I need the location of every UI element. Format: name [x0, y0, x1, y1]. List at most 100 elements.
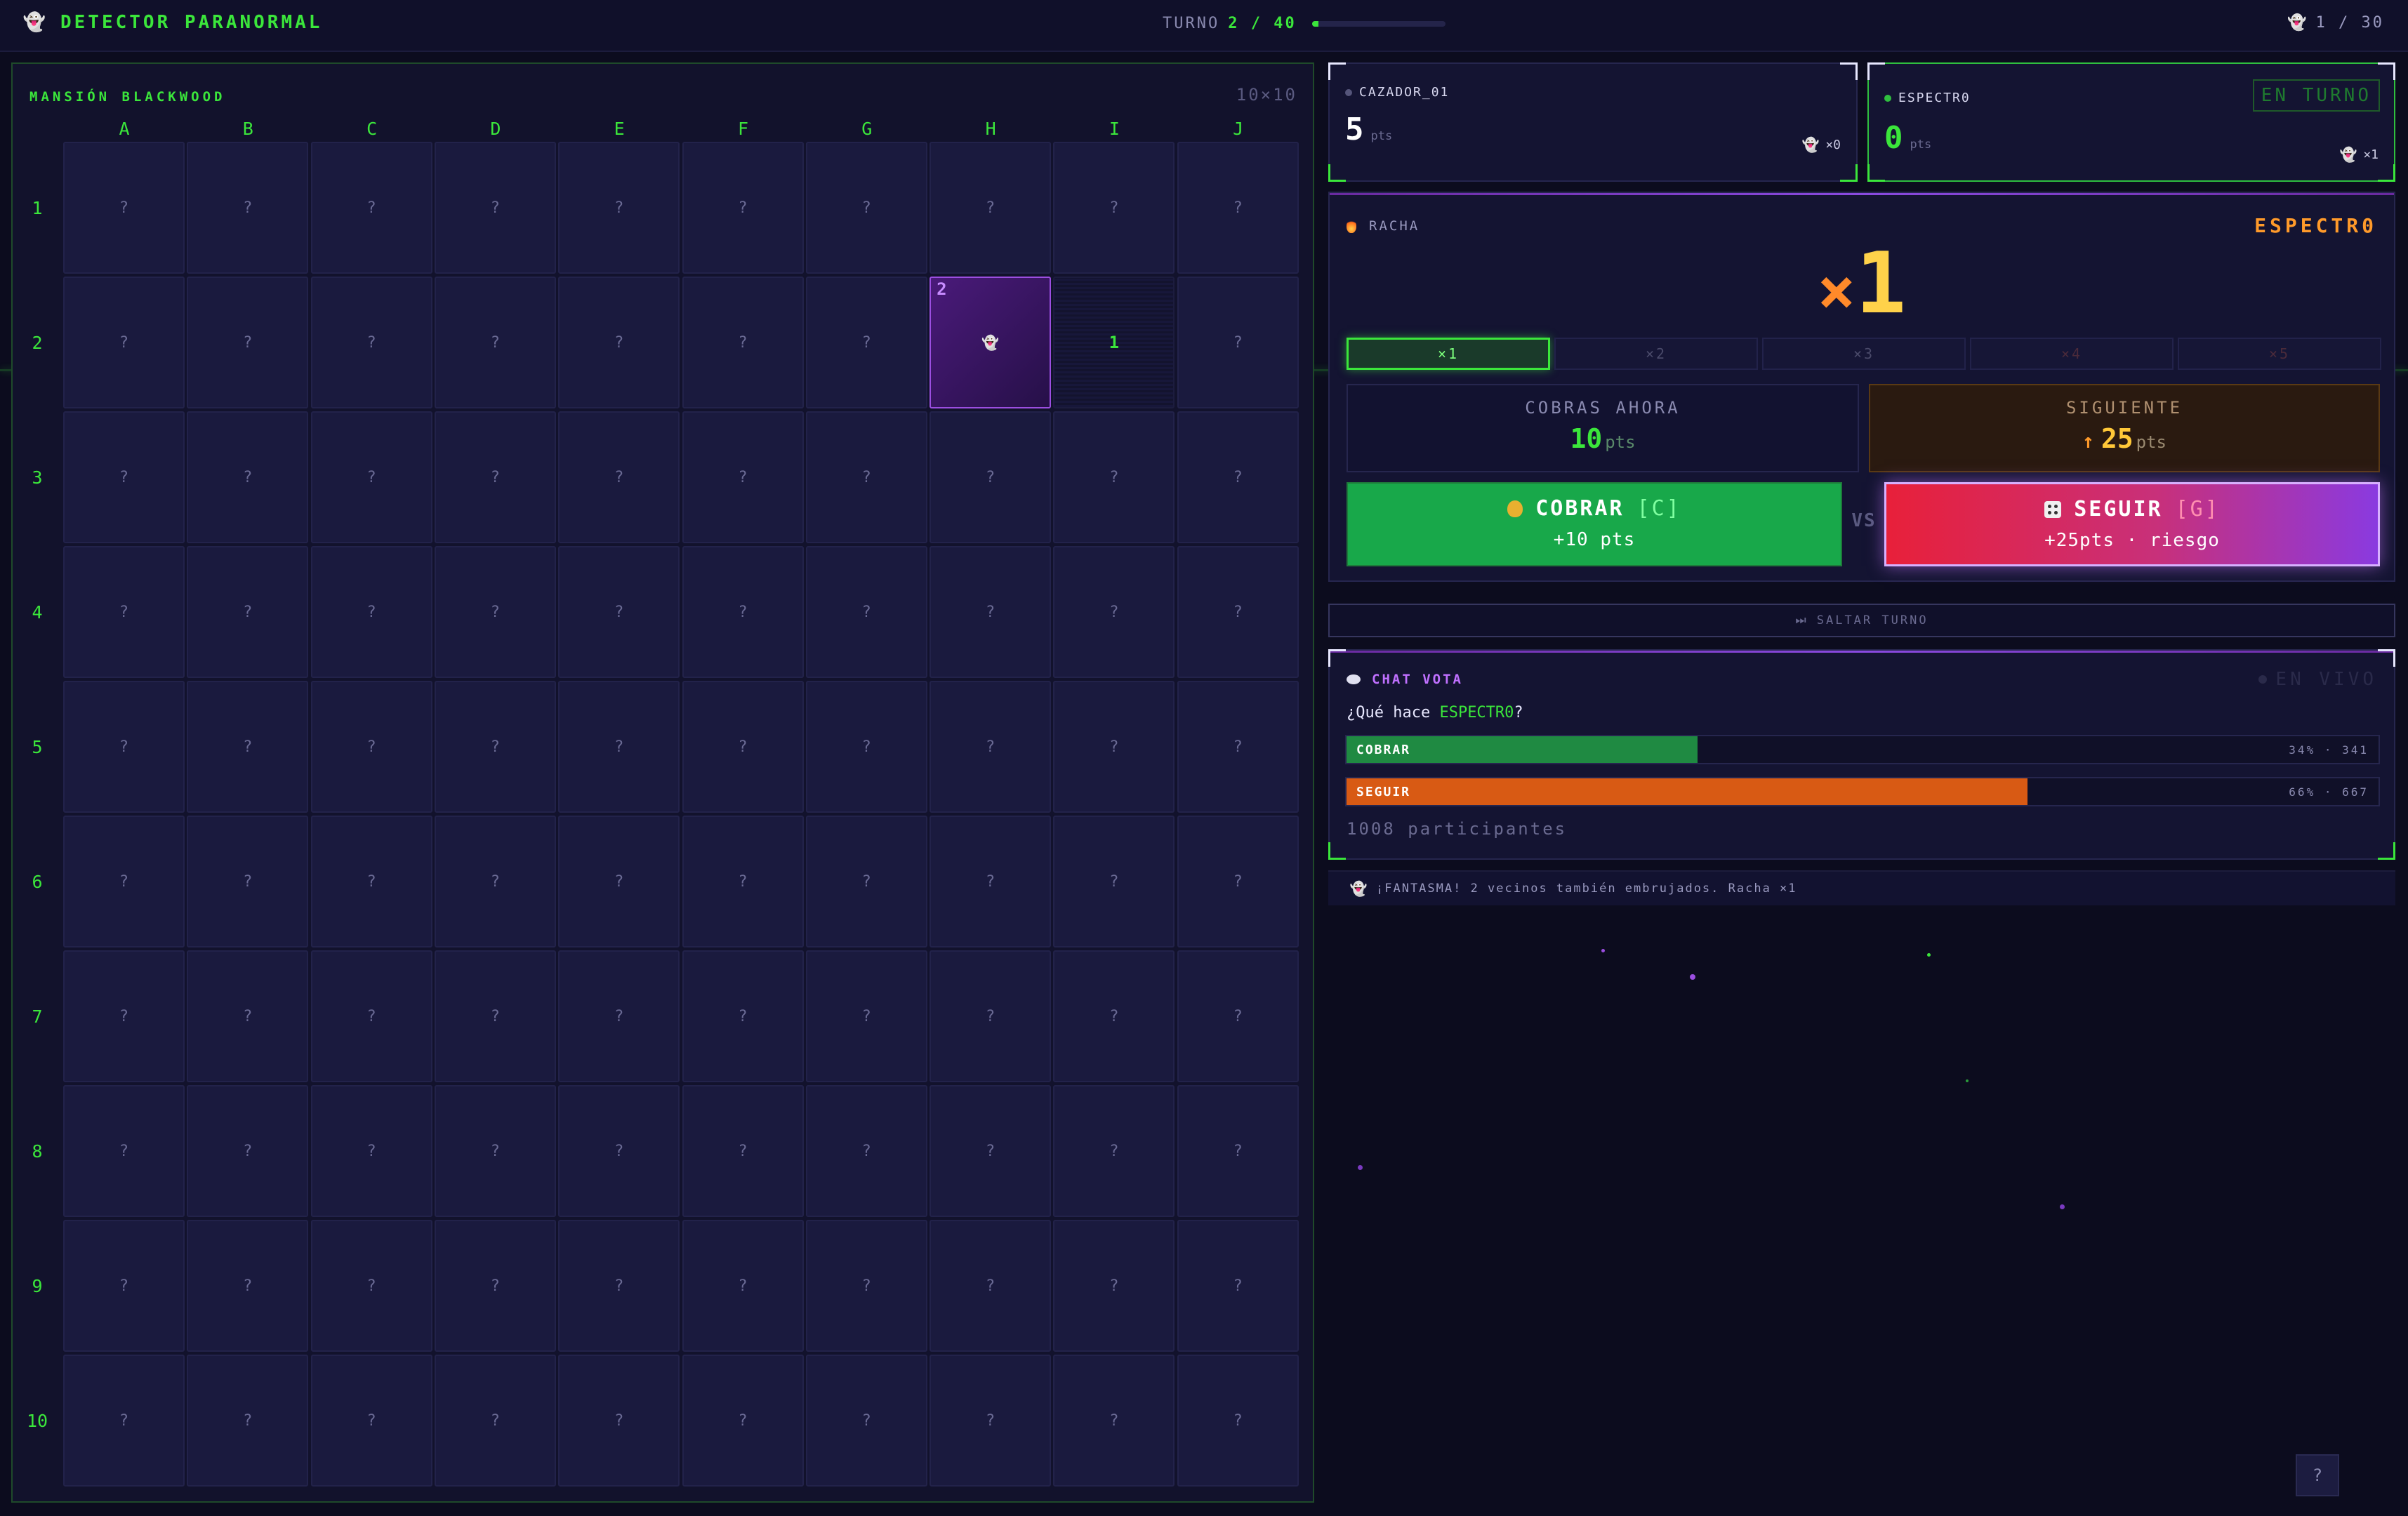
- board-cell-e9[interactable]: ?: [558, 1220, 680, 1352]
- board-cell-c2[interactable]: ?: [310, 277, 432, 408]
- board-cell-a7[interactable]: ?: [63, 950, 185, 1082]
- board-cell-b2[interactable]: ?: [187, 277, 309, 408]
- board-cell-j6[interactable]: ?: [1177, 816, 1299, 948]
- board-cell-g2[interactable]: ?: [805, 277, 927, 408]
- board-cell-f5[interactable]: ?: [682, 681, 804, 813]
- board-cell-g7[interactable]: ?: [805, 950, 927, 1082]
- board-cell-h7[interactable]: ?: [930, 950, 1052, 1082]
- board-cell-j1[interactable]: ?: [1177, 142, 1299, 274]
- board-cell-e10[interactable]: ?: [558, 1355, 680, 1487]
- board-cell-b10[interactable]: ?: [187, 1355, 309, 1487]
- board-cell-g4[interactable]: ?: [805, 546, 927, 678]
- board-cell-c1[interactable]: ?: [310, 142, 432, 274]
- board-cell-d9[interactable]: ?: [434, 1220, 556, 1352]
- board-cell-e6[interactable]: ?: [558, 816, 680, 948]
- board-cell-g5[interactable]: ?: [805, 681, 927, 813]
- board-cell-f4[interactable]: ?: [682, 546, 804, 678]
- board-cell-f8[interactable]: ?: [682, 1085, 804, 1217]
- board-cell-c3[interactable]: ?: [310, 411, 432, 543]
- board-cell-d8[interactable]: ?: [434, 1085, 556, 1217]
- board-cell-b8[interactable]: ?: [187, 1085, 309, 1217]
- board-cell-b3[interactable]: ?: [187, 411, 309, 543]
- board-cell-a6[interactable]: ?: [63, 816, 185, 948]
- board-cell-e5[interactable]: ?: [558, 681, 680, 813]
- board-cell-j4[interactable]: ?: [1177, 546, 1299, 678]
- board-cell-b4[interactable]: ?: [187, 546, 309, 678]
- board-cell-b7[interactable]: ?: [187, 950, 309, 1082]
- board-cell-f3[interactable]: ?: [682, 411, 804, 543]
- board-cell-i4[interactable]: ?: [1053, 546, 1175, 678]
- board-cell-b6[interactable]: ?: [187, 816, 309, 948]
- board-cell-j2[interactable]: ?: [1177, 277, 1299, 408]
- help-button[interactable]: ?: [2296, 1454, 2339, 1496]
- board-cell-d1[interactable]: ?: [434, 142, 556, 274]
- board-cell-f6[interactable]: ?: [682, 816, 804, 948]
- board-cell-d5[interactable]: ?: [434, 681, 556, 813]
- board-cell-c4[interactable]: ?: [310, 546, 432, 678]
- board-cell-a1[interactable]: ?: [63, 142, 185, 274]
- board-cell-g8[interactable]: ?: [805, 1085, 927, 1217]
- board-cell-f9[interactable]: ?: [682, 1220, 804, 1352]
- board-cell-d2[interactable]: ?: [434, 277, 556, 408]
- board-cell-g1[interactable]: ?: [805, 142, 927, 274]
- board-cell-e8[interactable]: ?: [558, 1085, 680, 1217]
- board-cell-a3[interactable]: ?: [63, 411, 185, 543]
- board-cell-h6[interactable]: ?: [930, 816, 1052, 948]
- board-cell-f7[interactable]: ?: [682, 950, 804, 1082]
- board-cell-c8[interactable]: ?: [310, 1085, 432, 1217]
- board-cell-c7[interactable]: ?: [310, 950, 432, 1082]
- board-cell-b5[interactable]: ?: [187, 681, 309, 813]
- board-cell-a8[interactable]: ?: [63, 1085, 185, 1217]
- board-cell-h5[interactable]: ?: [930, 681, 1052, 813]
- board-cell-f10[interactable]: ?: [682, 1355, 804, 1487]
- board-cell-j3[interactable]: ?: [1177, 411, 1299, 543]
- board-cell-i6[interactable]: ?: [1053, 816, 1175, 948]
- board-cell-b1[interactable]: ?: [187, 142, 309, 274]
- board-cell-h8[interactable]: ?: [930, 1085, 1052, 1217]
- board-cell-d7[interactable]: ?: [434, 950, 556, 1082]
- board-cell-f2[interactable]: ?: [682, 277, 804, 408]
- board-cell-i3[interactable]: ?: [1053, 411, 1175, 543]
- board-cell-a2[interactable]: ?: [63, 277, 185, 408]
- board-cell-j10[interactable]: ?: [1177, 1355, 1299, 1487]
- board-cell-b9[interactable]: ?: [187, 1220, 309, 1352]
- board-cell-i9[interactable]: ?: [1053, 1220, 1175, 1352]
- board-cell-g3[interactable]: ?: [805, 411, 927, 543]
- board-cell-g6[interactable]: ?: [805, 816, 927, 948]
- board-cell-c6[interactable]: ?: [310, 816, 432, 948]
- board-cell-j7[interactable]: ?: [1177, 950, 1299, 1082]
- board-cell-h4[interactable]: ?: [930, 546, 1052, 678]
- board-cell-d3[interactable]: ?: [434, 411, 556, 543]
- board-cell-g9[interactable]: ?: [805, 1220, 927, 1352]
- cobrar-button[interactable]: COBRAR [C] +10 pts: [1347, 482, 1842, 566]
- board-cell-e3[interactable]: ?: [558, 411, 680, 543]
- board-cell-a4[interactable]: ?: [63, 546, 185, 678]
- board-cell-j8[interactable]: ?: [1177, 1085, 1299, 1217]
- board-cell-i1[interactable]: ?: [1053, 142, 1175, 274]
- board-cell-j5[interactable]: ?: [1177, 681, 1299, 813]
- board-cell-i10[interactable]: ?: [1053, 1355, 1175, 1487]
- board-cell-j9[interactable]: ?: [1177, 1220, 1299, 1352]
- board-cell-g10[interactable]: ?: [805, 1355, 927, 1487]
- skip-turn-button[interactable]: ⏭ SALTAR TURNO: [1328, 604, 2395, 637]
- board-cell-h3[interactable]: ?: [930, 411, 1052, 543]
- board-cell-h2[interactable]: 2 👻: [930, 277, 1052, 408]
- board-cell-e2[interactable]: ?: [558, 277, 680, 408]
- board-cell-f1[interactable]: ?: [682, 142, 804, 274]
- board-cell-i7[interactable]: ?: [1053, 950, 1175, 1082]
- board-cell-h9[interactable]: ?: [930, 1220, 1052, 1352]
- board-cell-i8[interactable]: ?: [1053, 1085, 1175, 1217]
- board-cell-i2[interactable]: 1: [1053, 277, 1175, 408]
- board-cell-c10[interactable]: ?: [310, 1355, 432, 1487]
- board-cell-d10[interactable]: ?: [434, 1355, 556, 1487]
- board-cell-e1[interactable]: ?: [558, 142, 680, 274]
- board-cell-i5[interactable]: ?: [1053, 681, 1175, 813]
- board-cell-a9[interactable]: ?: [63, 1220, 185, 1352]
- board-cell-d6[interactable]: ?: [434, 816, 556, 948]
- board-cell-a10[interactable]: ?: [63, 1355, 185, 1487]
- board-cell-h10[interactable]: ?: [930, 1355, 1052, 1487]
- board-cell-d4[interactable]: ?: [434, 546, 556, 678]
- board-cell-c5[interactable]: ?: [310, 681, 432, 813]
- seguir-button[interactable]: SEGUIR [G] +25pts · riesgo: [1884, 482, 2380, 566]
- board-cell-e4[interactable]: ?: [558, 546, 680, 678]
